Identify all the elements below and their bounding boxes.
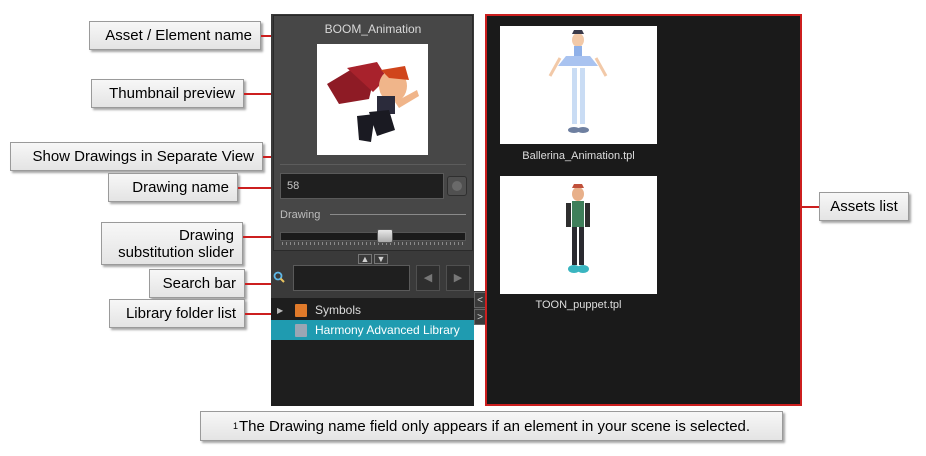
callout-folder-list-text: Library folder list [125, 305, 236, 322]
slider-handle[interactable] [377, 229, 393, 243]
callout-drawing-name: Drawing name [108, 173, 238, 202]
callout-asset-name: Asset / Element name [89, 21, 261, 50]
asset-name-label: BOOM_Animation [324, 22, 422, 36]
footnote-text: The Drawing name field only appears if a… [238, 417, 751, 435]
callout-substitution-slider: Drawing substitution slider [101, 222, 243, 265]
folder-item-symbols[interactable]: ▶ Symbols [271, 300, 474, 320]
folder-label: Symbols [315, 303, 362, 317]
asset-label: TOON_puppet.tpl [535, 299, 622, 311]
callout-thumbnail-preview-text: Thumbnail preview [109, 85, 235, 102]
drawing-substitution-slider[interactable] [280, 232, 466, 241]
callout-slider-line2: substitution slider [118, 243, 234, 261]
slider-ticks [282, 242, 464, 245]
toon-puppet-image [566, 184, 590, 273]
arrow-left-icon: ◀ [423, 272, 433, 284]
arrow-right-icon: ▶ [453, 272, 463, 284]
callout-search-bar-text: Search bar [162, 275, 236, 292]
drawing-label-line [330, 214, 466, 215]
asset-thumbnail-toon-puppet[interactable] [500, 176, 657, 294]
callout-slider-line1: Drawing [178, 226, 234, 244]
collapse-buttons: ▲ ▼ [356, 254, 390, 264]
next-button[interactable]: ▶ [446, 265, 470, 291]
callout-show-drawings: Show Drawings in Separate View [10, 142, 263, 171]
footnote: 1 The Drawing name field only appears if … [200, 411, 783, 441]
search-input[interactable] [293, 265, 410, 291]
asset-thumbnail-ballerina[interactable] [500, 26, 657, 144]
footnote-marker: 1 [232, 421, 238, 431]
callout-asset-name-text: Asset / Element name [105, 27, 252, 44]
search-icon [273, 271, 285, 283]
circle-icon [452, 181, 462, 191]
callout-assets-list-text: Assets list [830, 198, 898, 215]
boom-character-image [327, 62, 419, 142]
chevron-up-icon[interactable]: ▲ [358, 254, 372, 264]
callout-thumbnail-preview: Thumbnail preview [91, 79, 244, 108]
callout-search-bar: Search bar [149, 269, 245, 298]
callout-show-drawings-text: Show Drawings in Separate View [32, 148, 254, 165]
library-folder-list: ▶ Symbols Harmony Advanced Library [271, 298, 474, 406]
expand-arrow-icon[interactable]: ▶ [277, 306, 289, 315]
drawing-label: Drawing [280, 209, 321, 221]
library-folder-icon [295, 323, 307, 337]
ballerina-image [548, 30, 608, 133]
callout-drawing-name-text: Drawing name [132, 179, 229, 196]
leader-folder-list [245, 313, 271, 315]
symbols-folder-icon [295, 303, 307, 317]
show-drawings-separate-view-button[interactable] [447, 176, 467, 196]
callout-folder-list: Library folder list [109, 299, 245, 328]
leader-assets-list [802, 206, 819, 208]
thumbnail-preview [317, 44, 428, 155]
previous-button[interactable]: ◀ [416, 265, 440, 291]
separator-line [280, 164, 466, 165]
folder-label: Harmony Advanced Library [315, 323, 460, 337]
asset-label: Ballerina_Animation.tpl [522, 150, 635, 162]
folder-item-harmony-advanced-library[interactable]: Harmony Advanced Library [271, 320, 474, 340]
drawing-name-field[interactable]: 58 [280, 173, 444, 199]
callout-assets-list: Assets list [819, 192, 909, 221]
chevron-down-icon[interactable]: ▼ [374, 254, 388, 264]
